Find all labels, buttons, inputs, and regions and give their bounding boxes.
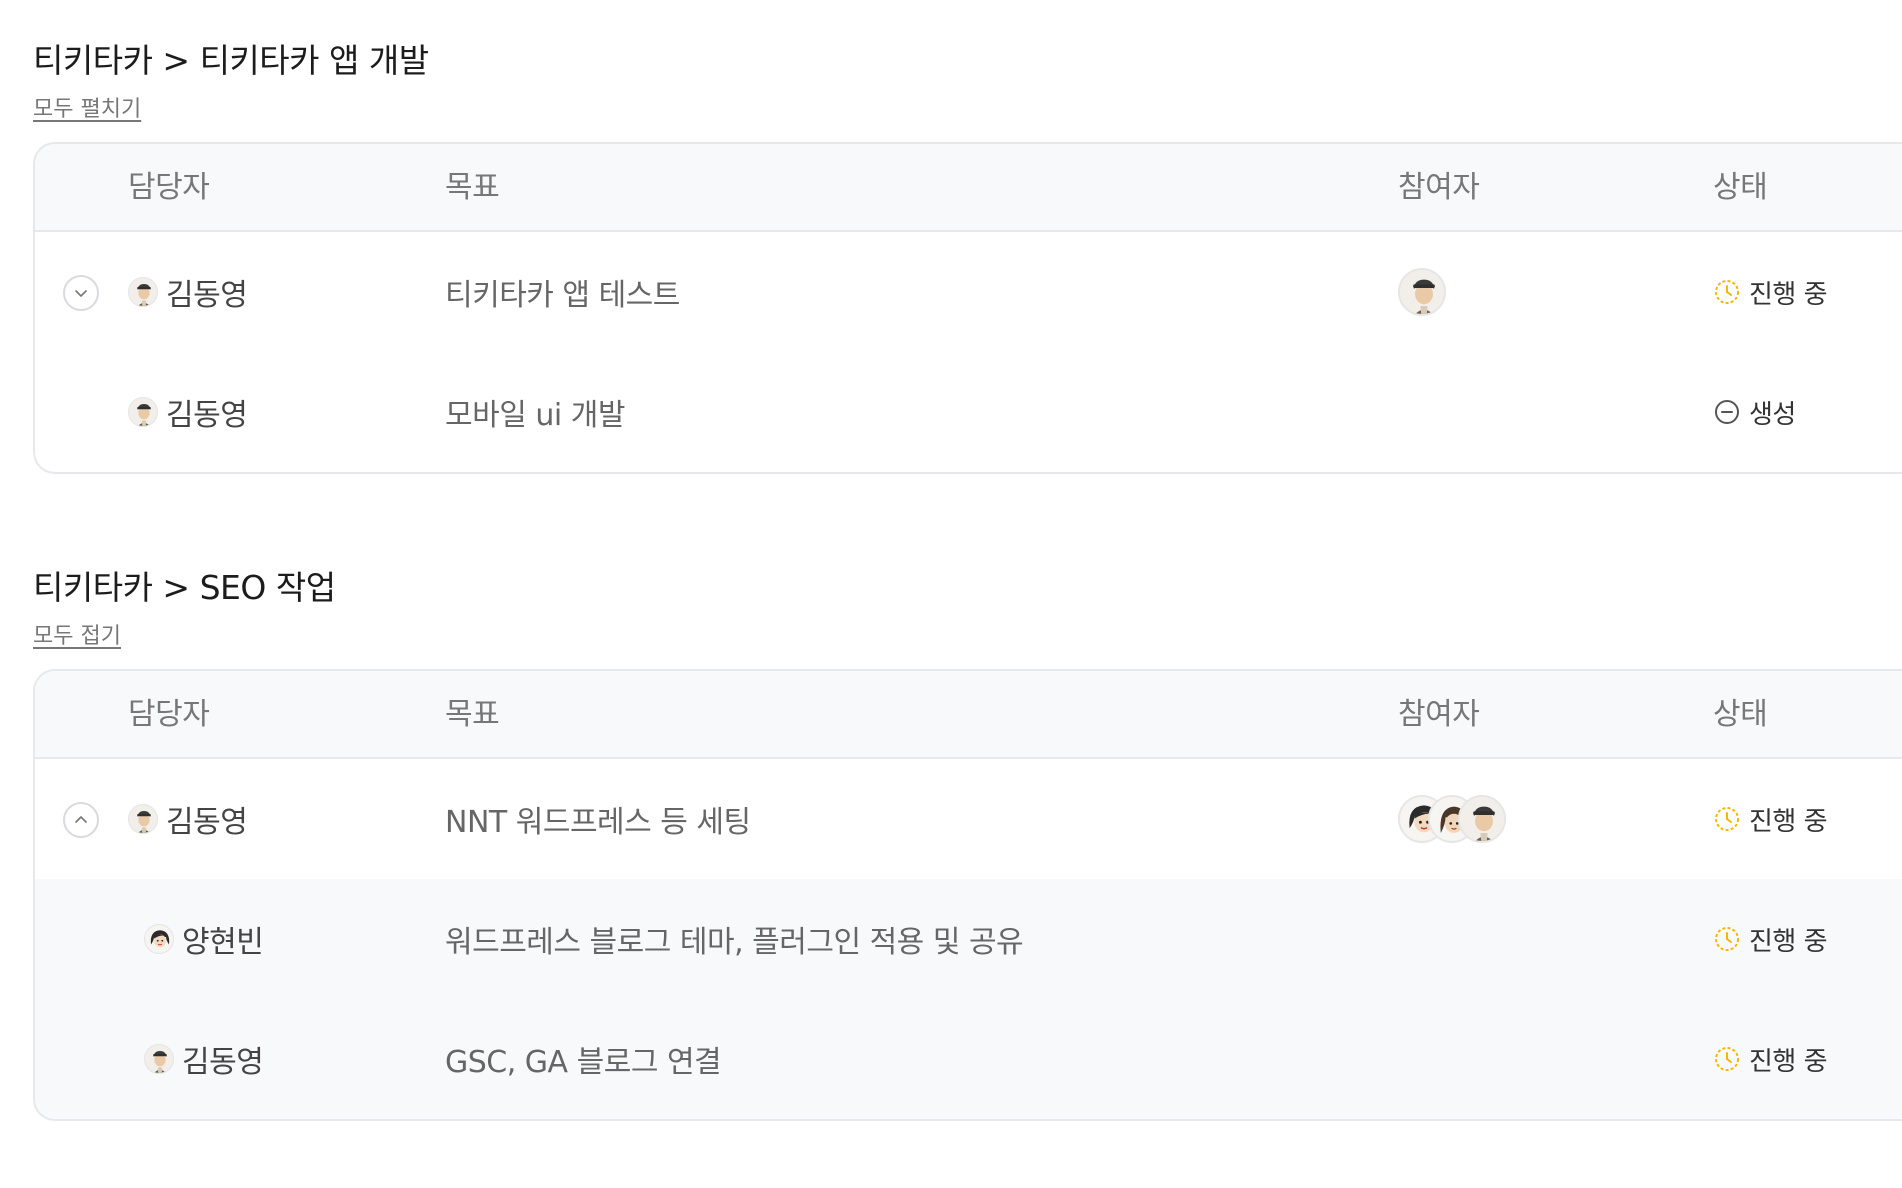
minus-circle-icon [1715,400,1739,424]
participant-avatar[interactable] [1458,795,1506,843]
status-label: 생성 [1749,399,1796,430]
status-label: 진행 중 [1749,806,1828,837]
table-header: 담당자 목표 참여자 상태 [35,144,1902,232]
section-title: 티키타카 > 티키타카 앱 개발 [33,41,429,80]
avatar [128,397,158,427]
status-label: 진행 중 [1749,926,1828,957]
owner-cell: 김동영 [128,999,264,1119]
avatar [128,277,158,307]
owner-name: 김동영 [166,398,248,433]
owner-cell: 김동영 [128,232,248,352]
clock-icon [1715,927,1739,951]
status-cell[interactable]: 진행 중 [1713,879,1828,999]
header-owner: 담당자 [128,697,210,732]
goal-cell[interactable]: NNT 워드프레스 등 세팅 [445,759,751,879]
table-header: 담당자 목표 참여자 상태 [35,671,1902,759]
table-row[interactable]: 김동영 티키타카 앱 테스트 진행 중 [35,232,1902,352]
clock-icon [1715,280,1739,304]
avatar [144,924,174,954]
goals-table: 담당자 목표 참여자 상태 김동영 티키타카 앱 테스트 진행 중 김동영 모바… [33,142,1902,474]
participants-cell [1398,232,1446,352]
status-cell[interactable]: 진행 중 [1713,232,1828,352]
table-row-child[interactable]: 김동영 GSC, GA 블로그 연결 진행 중 [35,999,1902,1119]
participants-cell [1398,759,1506,879]
project-section-app-dev: 티키타카 > 티키타카 앱 개발 모두 펼치기 담당자 목표 참여자 상태 김동… [33,40,1902,474]
table-row-child[interactable]: 양현빈 워드프레스 블로그 테마, 플러그인 적용 및 공유 진행 중 [35,879,1902,999]
owner-name: 양현빈 [182,925,264,960]
goal-cell[interactable]: 워드프레스 블로그 테마, 플러그인 적용 및 공유 [445,879,1024,999]
header-status: 상태 [1713,170,1768,205]
owner-cell: 김동영 [128,759,248,879]
clock-icon [1715,1047,1739,1071]
header-participants: 참여자 [1398,170,1480,205]
status-cell[interactable]: 진행 중 [1713,999,1828,1119]
avatar [128,804,158,834]
table-row[interactable]: 김동영 모바일 ui 개발 생성 [35,352,1902,472]
header-participants: 참여자 [1398,697,1480,732]
owner-name: 김동영 [166,278,248,313]
status-cell[interactable]: 생성 [1713,352,1796,472]
owner-name: 김동영 [166,805,248,840]
header-owner: 담당자 [128,170,210,205]
expand-all-link[interactable]: 모두 펼치기 [33,96,141,124]
goal-cell[interactable]: 모바일 ui 개발 [445,352,625,472]
collapse-all-link[interactable]: 모두 접기 [33,623,121,651]
expand-row-button[interactable] [63,275,99,311]
owner-cell: 양현빈 [128,879,264,999]
goal-cell[interactable]: GSC, GA 블로그 연결 [445,999,722,1119]
section-title: 티키타카 > SEO 작업 [33,568,336,607]
goal-cell[interactable]: 티키타카 앱 테스트 [445,232,680,352]
goals-table: 담당자 목표 참여자 상태 김동영 NNT 워드프레스 등 세팅 진행 중 양현… [33,669,1902,1121]
owner-cell: 김동영 [128,352,248,472]
clock-icon [1715,807,1739,831]
collapse-row-button[interactable] [63,802,99,838]
participant-avatar[interactable] [1398,268,1446,316]
header-goal: 목표 [445,697,500,732]
header-status: 상태 [1713,697,1768,732]
status-label: 진행 중 [1749,1046,1828,1077]
chevron-down-icon [75,290,87,297]
status-label: 진행 중 [1749,279,1828,310]
avatar [144,1044,174,1074]
status-cell[interactable]: 진행 중 [1713,759,1828,879]
owner-name: 김동영 [182,1045,264,1080]
page: 티키타카 > 티키타카 앱 개발 모두 펼치기 담당자 목표 참여자 상태 김동… [0,0,1902,1188]
project-section-seo: 티키타카 > SEO 작업 모두 접기 담당자 목표 참여자 상태 김동영 NN… [33,567,1902,1121]
table-row[interactable]: 김동영 NNT 워드프레스 등 세팅 진행 중 [35,759,1902,879]
header-goal: 목표 [445,170,500,205]
chevron-up-icon [75,816,87,823]
